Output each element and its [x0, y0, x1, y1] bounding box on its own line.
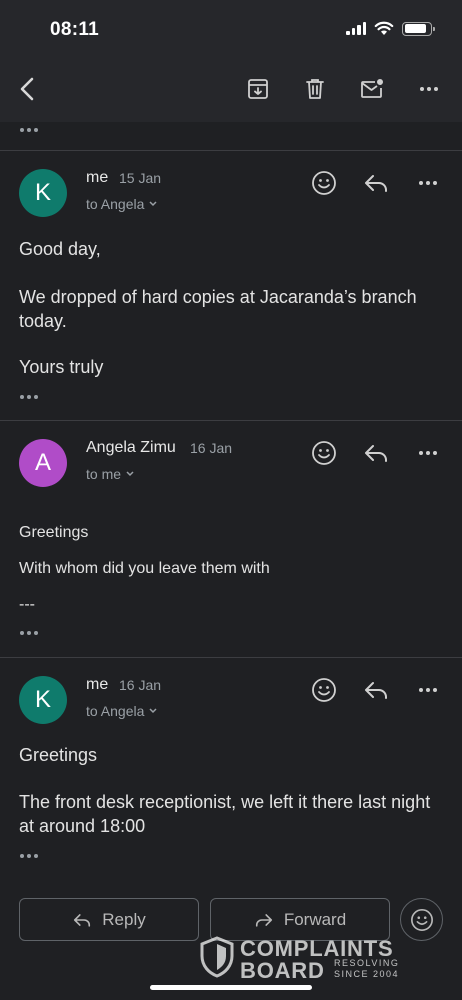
emoji-icon [312, 678, 336, 702]
more-horizontal-icon [20, 854, 38, 858]
reply-label: Reply [102, 909, 146, 929]
message-more-button[interactable] [411, 436, 445, 470]
chevron-down-icon [126, 471, 134, 477]
reply-icon [365, 175, 387, 192]
mark-unread-button[interactable] [355, 72, 389, 106]
message-date: 16 Jan [119, 677, 162, 693]
home-indicator[interactable] [150, 985, 312, 990]
reply-button[interactable] [359, 166, 393, 200]
battery-icon [402, 21, 435, 36]
more-horizontal-icon [419, 181, 437, 185]
reply-button[interactable] [359, 673, 393, 707]
sender-name: me [86, 676, 109, 693]
forward-label: Forward [283, 909, 347, 929]
chevron-left-icon [20, 77, 34, 101]
complaints-board-watermark: COMPLAINTS BOARD RESOLVING SINCE 2004 [200, 934, 415, 983]
status-icons [346, 21, 435, 36]
show-trimmed-content-button[interactable] [20, 854, 38, 858]
forward-icon [255, 913, 272, 927]
show-trimmed-content-button[interactable] [20, 631, 38, 635]
recipient-details[interactable]: to Angela [86, 196, 158, 212]
add-reaction-button[interactable] [307, 673, 341, 707]
more-horizontal-icon [419, 688, 437, 692]
message-body-line: We dropped of hard copies at Jacaranda’s… [19, 287, 417, 331]
avatar: A [19, 439, 67, 487]
collapsed-messages-toggle[interactable] [20, 122, 38, 138]
avatar: K [19, 169, 67, 217]
more-horizontal-icon [20, 631, 38, 635]
message-more-button[interactable] [411, 673, 445, 707]
watermark-sub1: RESOLVING [334, 958, 400, 968]
more-options-button[interactable] [412, 72, 446, 106]
back-button[interactable] [10, 72, 44, 106]
emoji-icon [410, 908, 433, 931]
reply-all-bottom-button[interactable]: Reply [19, 898, 199, 941]
more-horizontal-icon [419, 451, 437, 455]
message-date: 15 Jan [119, 170, 162, 186]
recipient-details[interactable]: to Angela [86, 703, 158, 719]
sender-name: me [86, 169, 109, 186]
message-item[interactable]: A Angela Zimu 16 Jan to me Greetings Wit… [0, 421, 462, 656]
more-horizontal-icon [20, 395, 38, 399]
reply-icon [365, 445, 387, 462]
show-trimmed-content-button[interactable] [20, 395, 38, 399]
avatar: K [19, 676, 67, 724]
sender-name: Angela Zimu [86, 439, 176, 456]
cellular-signal-icon [346, 22, 366, 35]
reply-icon [74, 913, 91, 927]
chevron-down-icon [149, 201, 157, 207]
add-reaction-button[interactable] [307, 436, 341, 470]
reply-button[interactable] [359, 436, 393, 470]
mark-unread-icon [361, 79, 383, 98]
message-body-line: Greetings [19, 745, 98, 765]
message-body-line: Good day, [19, 239, 101, 259]
archive-button[interactable] [241, 72, 275, 106]
archive-icon [248, 79, 268, 99]
message-body-line: --- [19, 596, 35, 613]
emoji-icon [312, 171, 336, 195]
status-bar: 08:11 [0, 0, 462, 58]
chevron-down-icon [149, 708, 157, 714]
recipient-details[interactable]: to me [86, 466, 135, 482]
top-toolbar [0, 58, 462, 122]
message-item[interactable]: K me 16 Jan to Angela Greetings The fron… [0, 658, 462, 878]
watermark-line2: BOARD [240, 958, 325, 983]
message-body-line: With whom did you leave them with [19, 560, 270, 577]
watermark-sub2: SINCE 2004 [334, 969, 400, 979]
status-time: 08:11 [50, 19, 100, 40]
message-more-button[interactable] [411, 166, 445, 200]
shield-logo-icon [200, 936, 234, 978]
add-reaction-button[interactable] [307, 166, 341, 200]
message-date: 16 Jan [190, 440, 233, 456]
delete-button[interactable] [298, 72, 332, 106]
wifi-icon [374, 21, 394, 35]
message-body-line: Yours truly [19, 357, 104, 377]
message-body-line: Greetings [19, 524, 89, 541]
reply-icon [365, 682, 387, 699]
message-body-line: The front desk receptionist, we left it … [19, 792, 431, 836]
more-horizontal-icon [420, 87, 438, 91]
emoji-icon [312, 441, 336, 465]
trash-icon [306, 79, 324, 99]
message-item[interactable]: K me 15 Jan to Angela Good day, We dropp… [0, 151, 462, 419]
more-horizontal-icon [20, 128, 38, 132]
